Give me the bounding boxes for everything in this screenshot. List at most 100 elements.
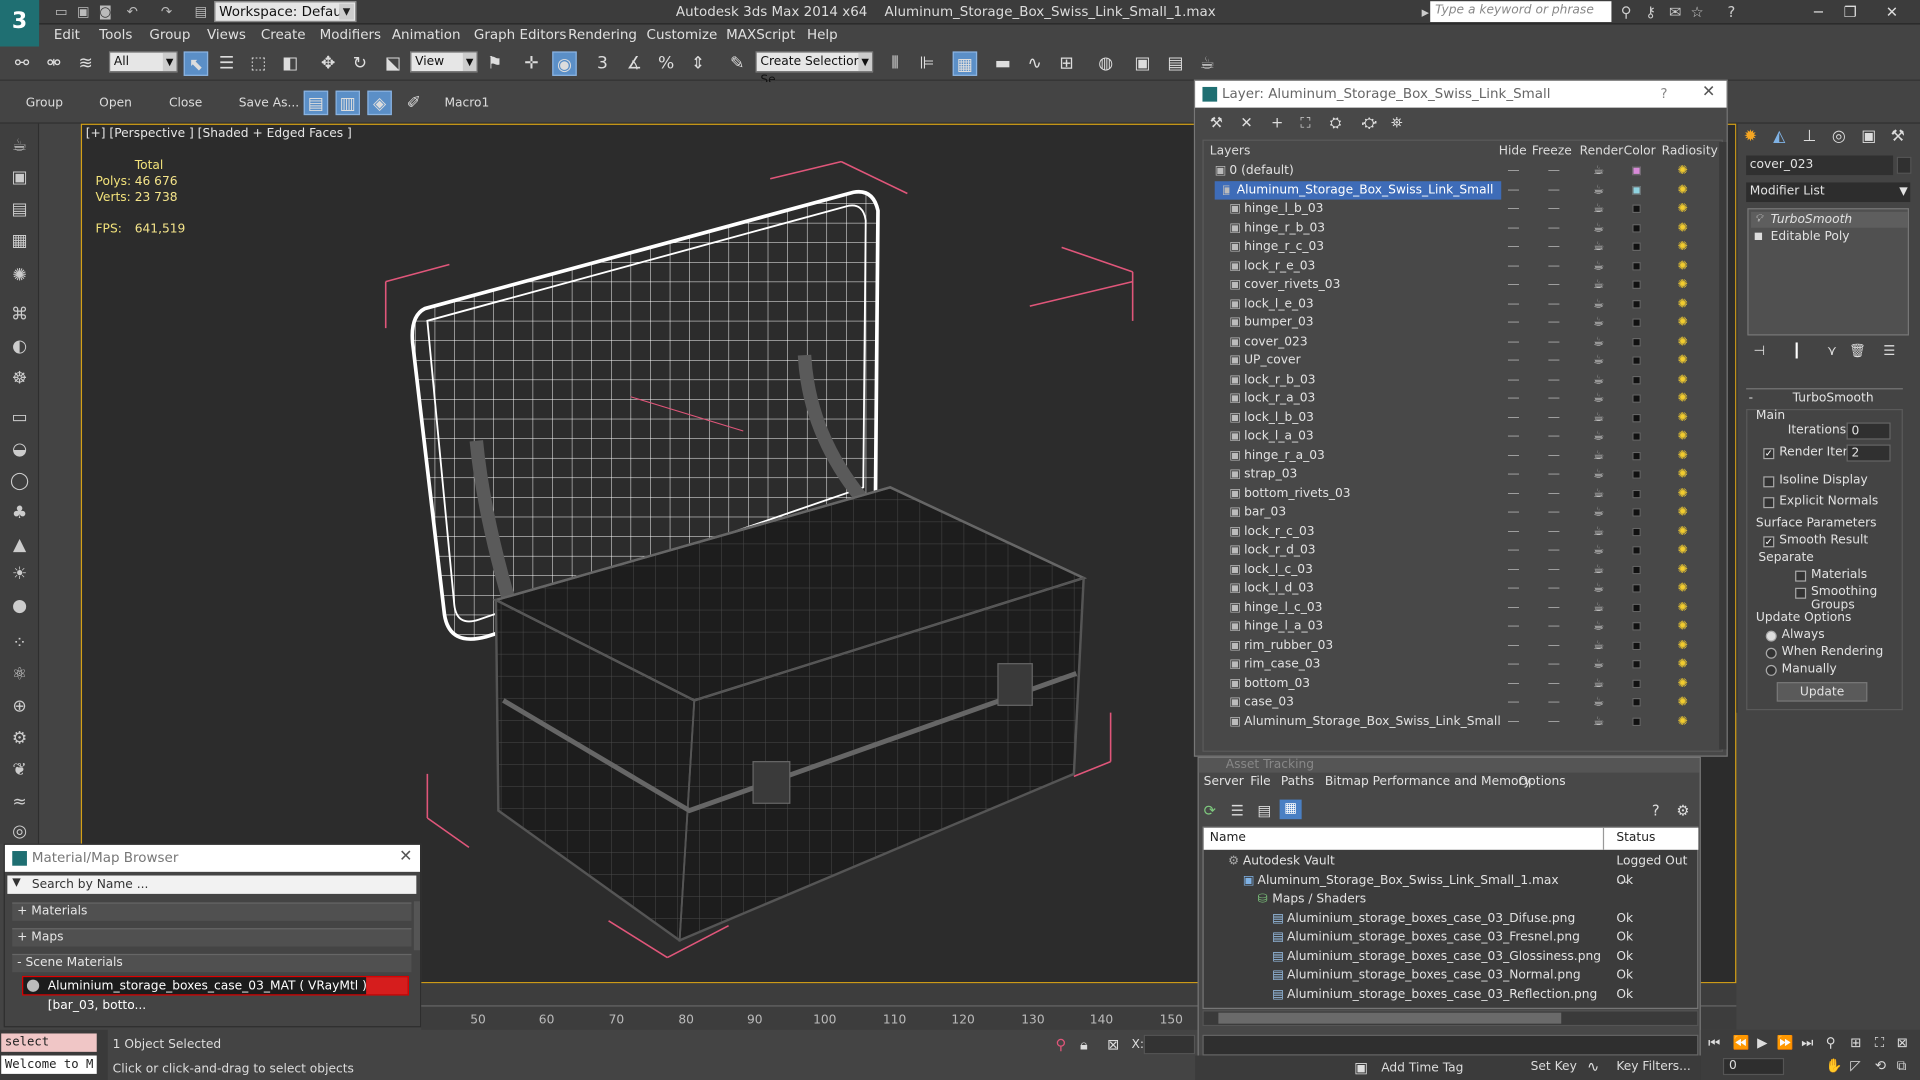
layer-row[interactable]: ▣ bumper_03 — — ☕ ✺ [1205, 313, 1719, 331]
render-toggle-icon[interactable]: ☕ [1593, 200, 1604, 218]
align-icon[interactable]: ⊫ [915, 51, 939, 75]
render-toggle-icon[interactable]: ☕ [1593, 389, 1604, 407]
settings-icon[interactable]: ⚙ [1676, 802, 1689, 819]
freeze-toggle-icon[interactable]: — [1548, 389, 1560, 407]
radiosity-toggle-icon[interactable]: ✺ [1678, 674, 1688, 692]
render-toggle-icon[interactable]: ☕ [1593, 181, 1604, 199]
manually-radio[interactable] [1765, 664, 1777, 676]
freeze-toggle-icon[interactable]: — [1548, 257, 1560, 275]
freeze-toggle-icon[interactable]: — [1548, 294, 1560, 312]
layer-color-swatch[interactable] [1632, 508, 1641, 517]
layer-color-swatch[interactable] [1632, 261, 1641, 271]
when-rendering-radio[interactable] [1765, 647, 1777, 659]
select-and-move-icon[interactable]: ✥ [316, 51, 340, 75]
hide-toggle-icon[interactable]: — [1507, 370, 1519, 388]
freeze-toggle-icon[interactable]: — [1548, 617, 1560, 635]
help-icon[interactable]: ? [1660, 86, 1667, 102]
macro-icon-3[interactable]: ◈ [367, 90, 392, 116]
render-toggle-icon[interactable]: ☕ [1593, 219, 1604, 237]
layer-color-swatch[interactable] [1632, 413, 1641, 422]
hair-icon[interactable]: ≈ [7, 790, 31, 814]
hide-toggle-icon[interactable]: — [1507, 541, 1519, 559]
layer-color-swatch[interactable] [1632, 641, 1641, 650]
hide-toggle-icon[interactable]: — [1507, 636, 1519, 654]
current-frame-input[interactable]: 0 [1722, 1057, 1785, 1076]
freeze-toggle-icon[interactable]: — [1548, 674, 1560, 692]
material-search-input[interactable]: Search by Name ... [7, 875, 417, 894]
freeze-toggle-icon[interactable]: — [1548, 503, 1560, 521]
menu-create[interactable]: Create [261, 27, 306, 43]
expand-icon[interactable] [1754, 232, 1763, 241]
layer-row[interactable]: ▣ lock_r_d_03 — — ☕ ✺ [1205, 541, 1719, 559]
update-button[interactable]: Update [1776, 682, 1868, 702]
radiosity-toggle-icon[interactable]: ✺ [1678, 560, 1688, 578]
layer-row[interactable]: ▣ hinge_l_a_03 — — ☕ ✺ [1205, 617, 1719, 635]
radiosity-toggle-icon[interactable]: ✺ [1678, 276, 1688, 294]
layer-row[interactable]: ▣ lock_l_e_03 — — ☕ ✺ [1205, 294, 1719, 312]
render-toggle-icon[interactable]: ☕ [1593, 541, 1604, 559]
layer-color-swatch[interactable] [1632, 678, 1641, 688]
iterations-spinner[interactable]: 0 [1846, 422, 1891, 440]
box-icon[interactable]: ▣ [7, 165, 31, 189]
object-name-field[interactable]: cover_023 [1746, 155, 1894, 176]
layer-row[interactable]: ▣ bar_03 — — ☕ ✺ [1205, 503, 1719, 521]
layer-row[interactable]: ▣ hinge_l_c_03 — — ☕ ✺ [1205, 598, 1719, 616]
hide-toggle-icon[interactable]: — [1507, 579, 1519, 597]
rendered-frame-window-icon[interactable]: ▤ [1163, 51, 1187, 75]
pan-icon[interactable]: ✋ [1826, 1058, 1843, 1074]
maximize-viewport-icon[interactable]: ⊠ [1897, 1035, 1908, 1051]
communication-icon[interactable]: ✉ [1665, 2, 1685, 22]
scene-materials-section[interactable]: - Scene Materials [12, 953, 412, 973]
radiosity-toggle-icon[interactable]: ✺ [1678, 712, 1688, 730]
named-selection-dropdown[interactable]: Create Selection Se ▼ [755, 51, 874, 87]
radiosity-toggle-icon[interactable]: ✺ [1678, 238, 1688, 256]
radiosity-toggle-icon[interactable]: ✺ [1678, 446, 1688, 464]
radiosity-toggle-icon[interactable]: ✺ [1678, 503, 1688, 521]
select-manipulate-icon[interactable]: ✛ [519, 51, 543, 75]
zoom-all-icon[interactable]: ⊞ [1850, 1035, 1861, 1051]
render-toggle-icon[interactable]: ☕ [1593, 617, 1604, 635]
radiosity-toggle-icon[interactable]: ✺ [1678, 693, 1688, 711]
zoom-icon[interactable]: ⚲ [1826, 1035, 1836, 1051]
hide-toggle-icon[interactable]: — [1507, 617, 1519, 635]
render-toggle-icon[interactable]: ☕ [1593, 598, 1604, 616]
modifier-list-dropdown[interactable]: Modifier List ▼ [1746, 182, 1911, 203]
thumbnail-view-icon[interactable]: ▤ [1258, 802, 1272, 819]
help-icon[interactable]: ? [1722, 2, 1742, 22]
cone-icon[interactable]: ▲ [7, 533, 31, 557]
render-toggle-icon[interactable]: ☕ [1593, 276, 1604, 294]
scrollbar[interactable] [413, 901, 421, 951]
stack-item-editable-poly[interactable]: Editable Poly [1751, 229, 1908, 245]
sphere-gold-icon[interactable]: ● [7, 594, 31, 618]
col-status[interactable]: Status [1616, 828, 1655, 850]
make-unique-icon[interactable]: ⋎ [1827, 343, 1837, 359]
binoculars-icon[interactable]: ⚲ [1616, 2, 1636, 22]
play-icon[interactable]: ▶ [1757, 1035, 1767, 1051]
always-radio[interactable] [1765, 630, 1777, 642]
smoothing-groups-checkbox[interactable] [1795, 587, 1807, 599]
radiosity-toggle-icon[interactable]: ✺ [1678, 579, 1688, 597]
layer-row[interactable]: ▣ hinge_r_b_03 — — ☕ ✺ [1205, 219, 1719, 237]
radiosity-toggle-icon[interactable]: ✺ [1678, 522, 1688, 540]
plane-icon[interactable]: ▭ [7, 405, 31, 429]
layer-color-swatch[interactable] [1632, 280, 1641, 289]
hide-toggle-icon[interactable]: — [1507, 200, 1519, 218]
layer-row[interactable]: ▣ lock_r_c_03 — — ☕ ✺ [1205, 522, 1719, 540]
freeze-toggle-icon[interactable]: — [1548, 351, 1560, 369]
open-file-icon[interactable]: ▣ [73, 2, 93, 20]
layer-color-swatch[interactable] [1632, 584, 1641, 593]
remove-modifier-icon[interactable]: 🗑︎ [1849, 343, 1866, 359]
grid-icon[interactable]: ▦ [7, 229, 31, 253]
freeze-toggle-icon[interactable]: — [1548, 541, 1560, 559]
zoom-extents-icon[interactable]: ⛶ [1875, 1035, 1884, 1052]
menu-options[interactable]: Options [1518, 775, 1565, 788]
material-editor-icon[interactable]: ◍ [1093, 51, 1117, 75]
hide-toggle-icon[interactable]: — [1507, 408, 1519, 426]
materials-checkbox[interactable] [1795, 570, 1807, 582]
render-iters-spinner[interactable]: 2 [1846, 444, 1891, 462]
menu-customize[interactable]: Customize [647, 27, 718, 43]
layer-color-swatch[interactable] [1632, 622, 1641, 631]
freeze-toggle-icon[interactable]: — [1548, 238, 1560, 256]
freeze-toggle-icon[interactable]: — [1548, 427, 1560, 445]
layer-color-swatch[interactable] [1632, 185, 1641, 195]
